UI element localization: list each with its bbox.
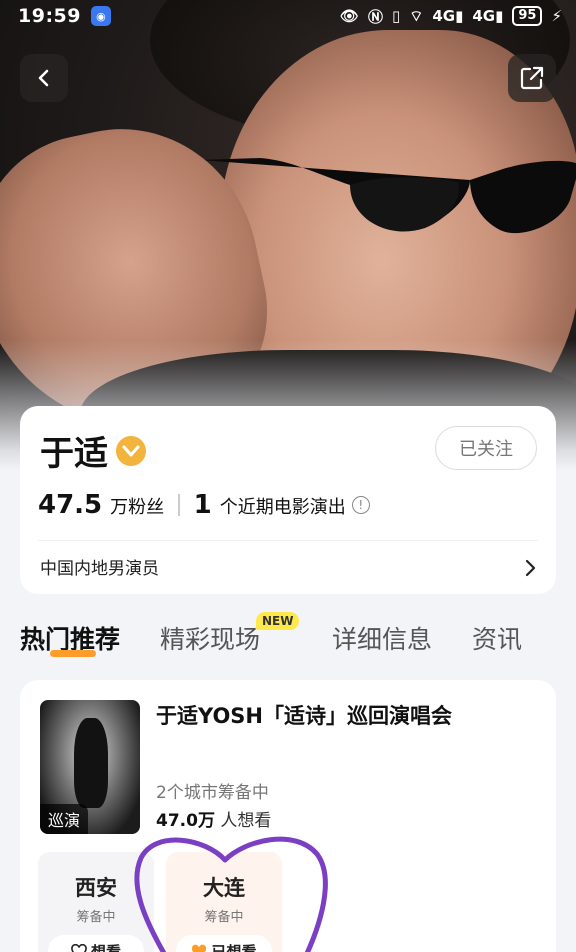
stats-separator <box>178 494 180 516</box>
status-time: 19:59 <box>18 5 81 27</box>
wanted-button-label: 已想看 <box>211 942 257 952</box>
poster-figure <box>74 718 108 808</box>
status-icons: 👁 Ⓝ ▯ ⌔ 4G▮ 4G▮ 95 ⚡ <box>340 6 562 27</box>
city-card-xian[interactable]: 西安 筹备中 想看 <box>38 852 154 952</box>
share-icon <box>520 66 544 90</box>
city-name: 大连 <box>203 876 245 900</box>
fans-count: 47.5 <box>38 490 103 520</box>
wanted-button[interactable]: 已想看 <box>176 935 272 952</box>
event-poster[interactable]: 巡演 <box>40 700 140 834</box>
artist-stats: 47.5 万粉丝 1 个近期电影演出 ! <box>38 490 370 520</box>
artist-name: 于适 <box>40 434 108 474</box>
shows-count: 1 <box>193 490 212 520</box>
eye-icon: 👁 <box>339 7 359 25</box>
event-title[interactable]: 于适YOSH「适诗」巡回演唱会 <box>156 700 452 730</box>
status-bar: 19:59 ◉ 👁 Ⓝ ▯ ⌔ 4G▮ 4G▮ 95 ⚡ <box>0 0 576 32</box>
heart-filled-icon <box>192 944 207 952</box>
charging-icon: ⚡ <box>551 7 562 25</box>
chevron-right-icon[interactable] <box>524 558 538 578</box>
event-status: 2个城市筹备中 <box>156 783 269 803</box>
photo-sunglasses <box>200 158 576 234</box>
back-button[interactable] <box>20 54 68 102</box>
wifi-icon: ⌔ <box>409 6 424 25</box>
tab-live-highlights[interactable]: 精彩现场 <box>160 620 260 656</box>
tab-news[interactable]: 资讯 <box>472 620 522 656</box>
fans-unit: 万粉丝 <box>110 497 165 518</box>
city-state: 筹备中 <box>76 910 116 925</box>
tab-details[interactable]: 详细信息 <box>332 620 432 656</box>
artist-profession[interactable]: 中国内地男演员 <box>40 554 159 579</box>
want-unit: 人想看 <box>220 811 272 831</box>
event-card[interactable]: 巡演 于适YOSH「适诗」巡回演唱会 2个城市筹备中 47.0万 人想看 西安 … <box>20 680 556 952</box>
hero-photo <box>0 0 576 470</box>
heart-outline-icon <box>71 943 87 952</box>
info-icon[interactable]: ! <box>351 496 370 514</box>
new-badge: NEW <box>256 612 300 630</box>
card-divider <box>38 540 538 541</box>
event-want-count: 47.0万 人想看 <box>156 806 271 831</box>
signal-2-icon: 4G▮ <box>472 7 504 25</box>
share-button[interactable] <box>508 54 556 102</box>
want-button[interactable]: 想看 <box>48 935 144 952</box>
poster-tag: 巡演 <box>40 804 89 834</box>
want-count: 47.0万 <box>156 811 215 831</box>
signal-1-icon: 4G▮ <box>432 7 464 25</box>
city-card-dalian[interactable]: 大连 筹备中 已想看 <box>166 852 282 952</box>
nfc-icon: Ⓝ <box>367 7 383 26</box>
vibrate-icon: ▯ <box>391 7 401 25</box>
city-name: 西安 <box>75 876 117 900</box>
verified-icon <box>116 436 146 466</box>
profile-card: 于适 已关注 47.5 万粉丝 1 个近期电影演出 ! 中国内地男演员 <box>20 406 556 594</box>
follow-button[interactable]: 已关注 <box>435 426 537 470</box>
back-arrow-icon <box>38 69 49 87</box>
battery-icon: 95 <box>512 6 543 26</box>
active-tab-indicator <box>50 650 96 657</box>
app-notification-icon: ◉ <box>90 6 111 26</box>
want-button-label: 想看 <box>90 942 121 952</box>
city-state: 筹备中 <box>204 910 244 925</box>
shows-unit: 个近期电影演出 <box>219 497 346 518</box>
